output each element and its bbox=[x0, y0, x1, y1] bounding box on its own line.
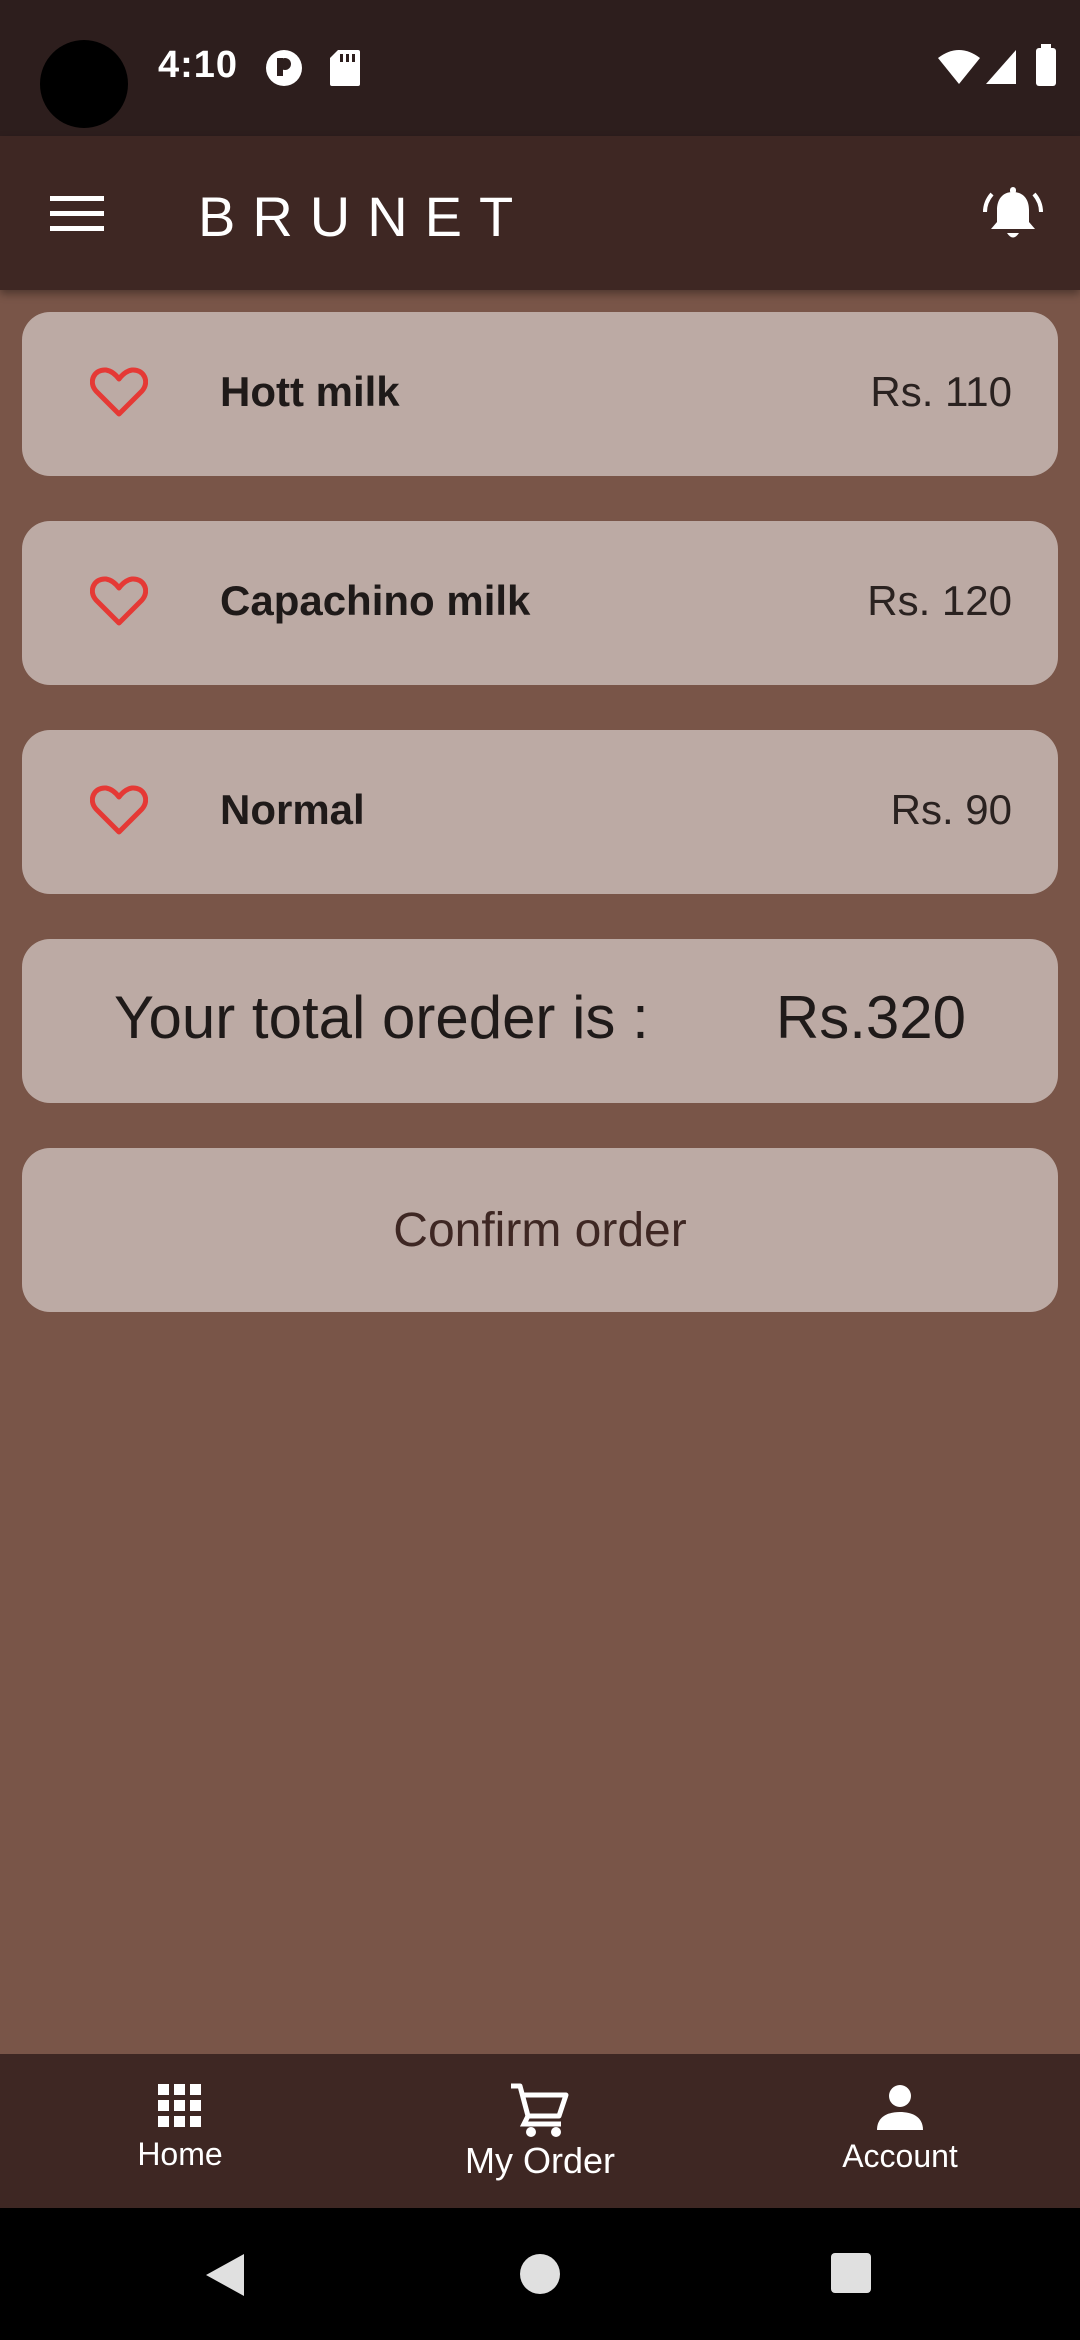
recents-square-icon[interactable] bbox=[830, 2252, 872, 2299]
total-value: Rs.320 bbox=[775, 984, 966, 1051]
nav-item-my-order[interactable]: My Order bbox=[360, 2054, 720, 2208]
confirm-order-button[interactable]: Confirm order bbox=[22, 1148, 1058, 1312]
menu-icon[interactable] bbox=[50, 194, 104, 239]
nav-item-account[interactable]: Account bbox=[720, 2054, 1080, 2208]
cart-icon bbox=[511, 2083, 569, 2137]
nav-label-my-order: My Order bbox=[464, 2140, 615, 2181]
app-title: BRUNET bbox=[198, 185, 531, 248]
item-name: Hott milk bbox=[220, 368, 400, 415]
privacy-indicator-icon bbox=[264, 48, 304, 93]
camera-cutout bbox=[40, 40, 128, 128]
nav-label-account: Account bbox=[842, 2138, 958, 2174]
bottom-navigation: Home My Order Account bbox=[0, 2054, 1080, 2208]
system-navigation-bar bbox=[0, 2208, 1080, 2340]
nav-item-home[interactable]: Home bbox=[0, 2054, 360, 2208]
notification-bell-icon[interactable] bbox=[982, 184, 1044, 251]
item-name: Normal bbox=[220, 786, 365, 833]
order-total-card: Your total oreder is : Rs.320 bbox=[22, 939, 1058, 1103]
grid-icon bbox=[158, 2084, 201, 2127]
order-item-card: Capachino milk Rs. 120 bbox=[22, 521, 1058, 685]
total-label: Your total oreder is : bbox=[114, 984, 649, 1051]
item-price: Rs. 110 bbox=[870, 368, 1012, 415]
sd-card-icon bbox=[328, 48, 362, 93]
nav-label-home: Home bbox=[137, 2136, 223, 2172]
heart-icon[interactable] bbox=[89, 784, 149, 841]
heart-icon[interactable] bbox=[89, 575, 149, 632]
home-circle-icon[interactable] bbox=[518, 2252, 562, 2301]
item-price: Rs. 90 bbox=[890, 786, 1012, 833]
status-time: 4:10 bbox=[158, 44, 239, 86]
order-item-card: Normal Rs. 90 bbox=[22, 730, 1058, 894]
status-bar: 4:10 bbox=[0, 0, 1080, 136]
person-icon bbox=[877, 2085, 923, 2130]
back-icon[interactable] bbox=[204, 2252, 246, 2303]
heart-icon[interactable] bbox=[89, 366, 149, 423]
battery-icon bbox=[1034, 44, 1058, 91]
item-name: Capachino milk bbox=[220, 577, 531, 624]
order-item-card: Hott milk Rs. 110 bbox=[22, 312, 1058, 476]
signal-icon bbox=[984, 48, 1018, 91]
wifi-icon bbox=[936, 48, 982, 91]
app-bar: BRUNET bbox=[0, 136, 1080, 290]
item-price: Rs. 120 bbox=[867, 577, 1012, 624]
